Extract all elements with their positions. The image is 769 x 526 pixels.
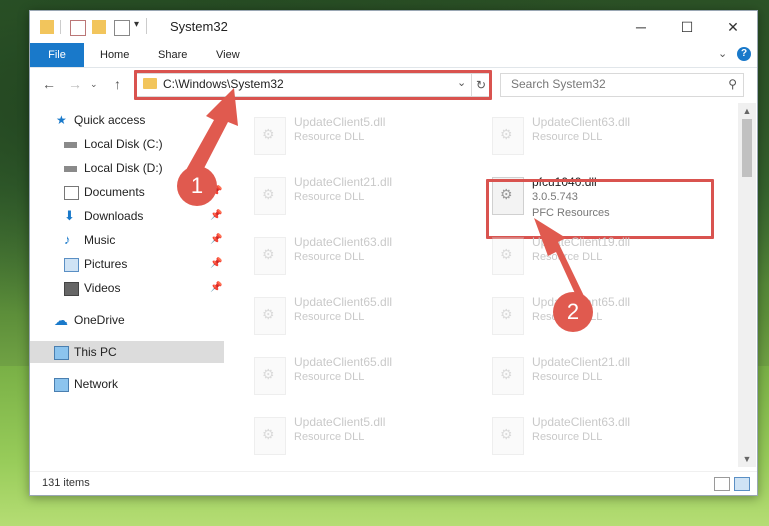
step-badge-1: 1 — [177, 166, 217, 206]
step-badge-2: 2 — [553, 292, 593, 332]
arrow-1 — [186, 88, 238, 176]
annotation-layer — [186, 88, 584, 300]
arrow-2 — [534, 218, 584, 300]
